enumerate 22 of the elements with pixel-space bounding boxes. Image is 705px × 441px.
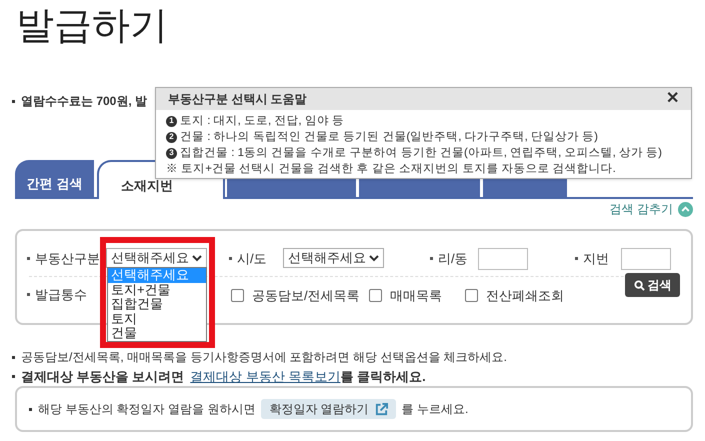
field-label: 시/도 <box>237 250 267 268</box>
checkbox-label: 전산폐쇄조회 <box>486 287 564 305</box>
number-badge: 2 <box>166 132 177 142</box>
help-text: 집합건물 : 1동의 건물을 수개로 구분하여 등기한 건물(아파트, 연립주택, 오피스텔, 상가 등) <box>180 146 662 161</box>
fee-note: 열람수수료는 700원, 발 <box>21 93 148 110</box>
field-label: 지번 <box>583 250 609 268</box>
field-label: 리/동 <box>438 250 468 268</box>
notice-text: 를 클릭하세요. <box>340 368 426 386</box>
number-badge: 3 <box>166 148 177 158</box>
page-title: 발급하기 <box>16 4 168 48</box>
help-text: 토지 : 대지, 도로, 전답, 임야 등 <box>180 114 344 129</box>
field-label: 발급통수 <box>35 286 87 304</box>
help-text: 건물 : 하나의 독립적인 건물로 등기된 건물(일반주택, 다가구주택, 단일상가 등) <box>180 130 598 145</box>
number-badge: 1 <box>166 116 177 126</box>
notice-text: 결제대상 부동산을 보시려면 <box>21 368 184 386</box>
info-text: 를 누르세요. <box>402 401 468 418</box>
popup-title: 부동산구분 선택시 도움말 <box>168 91 307 108</box>
notice-text: 공동담보/전세목록, 매매목록을 등기사항증명서에 포함하려면 해당 선택옵션을 체크하세요. <box>21 349 508 366</box>
checkbox-label: 매매목록 <box>390 287 442 305</box>
info-text: 해당 부동산의 확정일자 열람을 원하시면 <box>38 401 256 418</box>
checkbox-label: 공동담보/전세목록 <box>252 287 360 305</box>
field-label: 부동산구분 <box>35 250 100 268</box>
